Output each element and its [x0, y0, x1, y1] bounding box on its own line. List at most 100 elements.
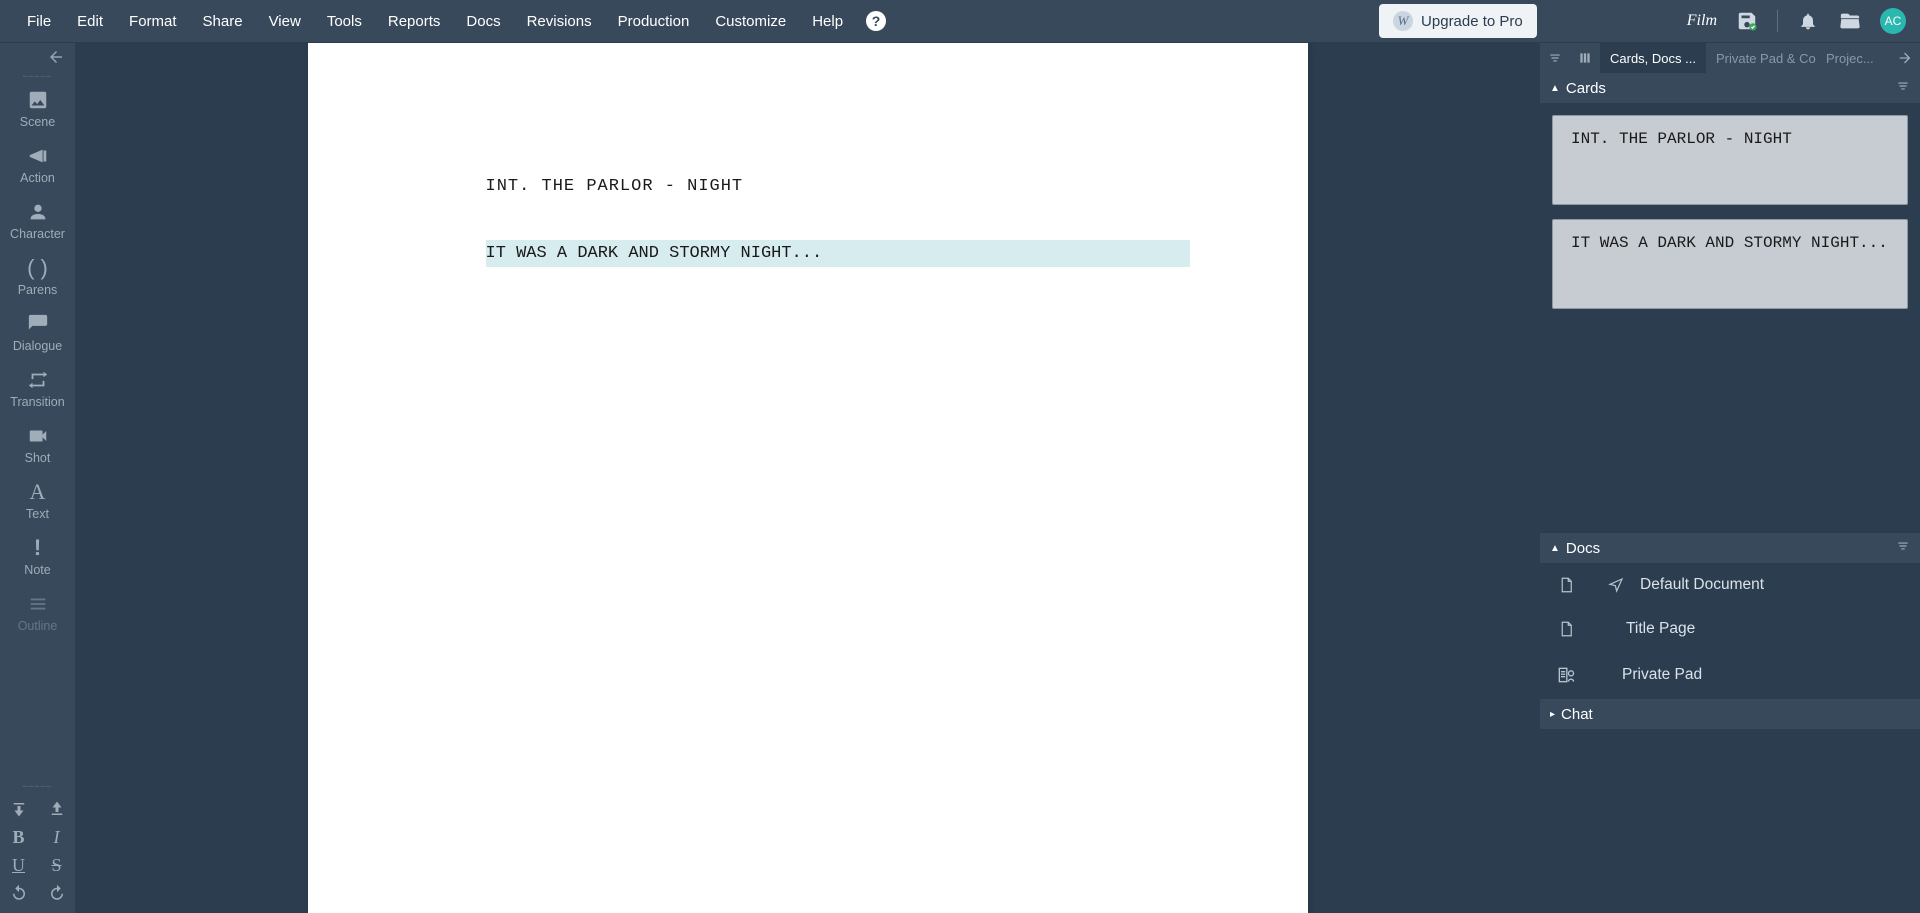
cards-section-header[interactable]: ▲ Cards [1540, 73, 1920, 103]
format-toolbox: B I U S [0, 791, 75, 913]
collapse-left-rail[interactable] [0, 43, 75, 71]
menu-format[interactable]: Format [116, 3, 190, 40]
tool-parens[interactable]: ( ) Parens [0, 249, 75, 305]
tool-outline[interactable]: Outline [0, 585, 75, 641]
rail-grip-icon: ┈┈┈┈┈ [0, 781, 75, 791]
menu-customize[interactable]: Customize [702, 3, 799, 40]
top-menu-bar: File Edit Format Share View Tools Report… [0, 0, 1920, 43]
editor-scroll[interactable]: INT. THE PARLOR - NIGHT IT WAS A DARK AN… [293, 43, 1323, 913]
menu-list: File Edit Format Share View Tools Report… [14, 3, 886, 40]
document-icon [1556, 620, 1576, 638]
tool-note-label: Note [24, 563, 50, 577]
tool-shot-label: Shot [25, 451, 51, 465]
download-icon[interactable] [9, 799, 29, 819]
exclamation-icon: ! [27, 537, 49, 559]
divider [1777, 10, 1778, 32]
send-icon [1606, 577, 1626, 593]
tool-character[interactable]: Character [0, 193, 75, 249]
upgrade-button[interactable]: W Upgrade to Pro [1379, 4, 1537, 38]
menu-docs[interactable]: Docs [453, 3, 513, 40]
strikethrough-icon[interactable]: S [47, 855, 67, 875]
bold-icon[interactable]: B [9, 827, 29, 847]
menu-file[interactable]: File [14, 3, 64, 40]
right-panel-tabs: Cards, Docs ... Private Pad & Co... Proj… [1540, 43, 1920, 73]
docs-filter-icon[interactable] [1896, 539, 1910, 557]
chat-header-label: Chat [1561, 706, 1593, 723]
notes-icon [1556, 664, 1576, 686]
action-line[interactable]: IT WAS A DARK AND STORMY NIGHT... [486, 240, 1190, 267]
menu-reports[interactable]: Reports [375, 3, 454, 40]
tool-character-label: Character [10, 227, 65, 241]
doc-private-pad[interactable]: Private Pad [1540, 651, 1920, 699]
parens-icon: ( ) [27, 257, 49, 279]
save-icon[interactable] [1735, 9, 1759, 33]
upload-icon[interactable] [47, 799, 67, 819]
tool-dialogue[interactable]: Dialogue [0, 305, 75, 361]
tool-note[interactable]: ! Note [0, 529, 75, 585]
tab-private-pad[interactable]: Private Pad & Co... [1706, 43, 1816, 73]
tool-transition[interactable]: Transition [0, 361, 75, 417]
menu-tools[interactable]: Tools [314, 3, 375, 40]
app-logo-icon: W [1393, 11, 1413, 31]
menu-view[interactable]: View [256, 3, 314, 40]
rail-grip-icon: ┈┈┈┈┈ [0, 71, 75, 81]
open-folder-icon[interactable] [1838, 9, 1862, 33]
undo-icon[interactable] [9, 883, 29, 903]
doc-default-label: Default Document [1640, 576, 1764, 594]
italic-icon[interactable]: I [47, 827, 67, 847]
underline-icon[interactable]: U [9, 855, 29, 875]
script-page[interactable]: INT. THE PARLOR - NIGHT IT WAS A DARK AN… [308, 43, 1308, 913]
caret-down-icon: ▲ [1550, 83, 1560, 94]
doc-title-page[interactable]: Title Page [1540, 607, 1920, 651]
document-icon [1556, 576, 1576, 594]
user-avatar[interactable]: AC [1880, 8, 1906, 34]
cards-header-label: Cards [1566, 80, 1606, 97]
docs-section-header[interactable]: ▲ Docs [1540, 533, 1920, 563]
editor-area: INT. THE PARLOR - NIGHT IT WAS A DARK AN… [75, 43, 1540, 913]
tool-dialogue-label: Dialogue [13, 339, 62, 353]
menu-help[interactable]: Help [799, 3, 856, 40]
upgrade-label: Upgrade to Pro [1421, 13, 1523, 30]
tool-parens-label: Parens [18, 283, 58, 297]
card-item[interactable]: INT. THE PARLOR - NIGHT [1552, 115, 1908, 205]
tool-transition-label: Transition [10, 395, 64, 409]
cards-list: INT. THE PARLOR - NIGHT IT WAS A DARK AN… [1540, 103, 1920, 533]
tool-shot[interactable]: Shot [0, 417, 75, 473]
notifications-icon[interactable] [1796, 9, 1820, 33]
doc-private-pad-label: Private Pad [1622, 666, 1702, 684]
cards-filter-icon[interactable] [1896, 79, 1910, 97]
tool-text[interactable]: A Text [0, 473, 75, 529]
doc-title-page-label: Title Page [1626, 620, 1695, 638]
docs-header-label: Docs [1566, 540, 1600, 557]
right-panel: Cards, Docs ... Private Pad & Co... Proj… [1540, 43, 1920, 913]
topbar-right-tools: Film AC [1687, 8, 1906, 34]
expand-right-icon[interactable] [1890, 43, 1920, 73]
menu-edit[interactable]: Edit [64, 3, 116, 40]
docs-list: Default Document Title Page Private Pad [1540, 563, 1920, 699]
project-type-label: Film [1687, 12, 1717, 30]
redo-icon[interactable] [47, 883, 67, 903]
element-toolbox: Scene Action Character ( ) Parens Dialog… [0, 81, 75, 781]
tool-text-label: Text [26, 507, 49, 521]
letter-a-icon: A [27, 481, 49, 503]
card-item[interactable]: IT WAS A DARK AND STORMY NIGHT... [1552, 219, 1908, 309]
chat-section-header[interactable]: ▸ Chat [1540, 699, 1920, 729]
tool-action[interactable]: Action [0, 137, 75, 193]
panel-columns-icon[interactable] [1570, 43, 1600, 73]
menu-revisions[interactable]: Revisions [514, 3, 605, 40]
tool-outline-label: Outline [18, 619, 58, 633]
tab-cards-docs[interactable]: Cards, Docs ... [1600, 43, 1706, 73]
tab-project[interactable]: Projec... [1816, 43, 1884, 73]
caret-down-icon: ▲ [1550, 543, 1560, 554]
tool-action-label: Action [20, 171, 55, 185]
help-icon[interactable]: ? [866, 11, 886, 31]
panel-menu-icon[interactable] [1540, 43, 1570, 73]
caret-right-icon: ▸ [1550, 709, 1555, 720]
doc-default[interactable]: Default Document [1540, 563, 1920, 607]
scene-heading[interactable]: INT. THE PARLOR - NIGHT [486, 173, 1130, 200]
left-rail: ┈┈┈┈┈ Scene Action Character ( ) Parens … [0, 43, 75, 913]
menu-production[interactable]: Production [605, 3, 703, 40]
menu-share[interactable]: Share [190, 3, 256, 40]
tool-scene-label: Scene [20, 115, 55, 129]
tool-scene[interactable]: Scene [0, 81, 75, 137]
